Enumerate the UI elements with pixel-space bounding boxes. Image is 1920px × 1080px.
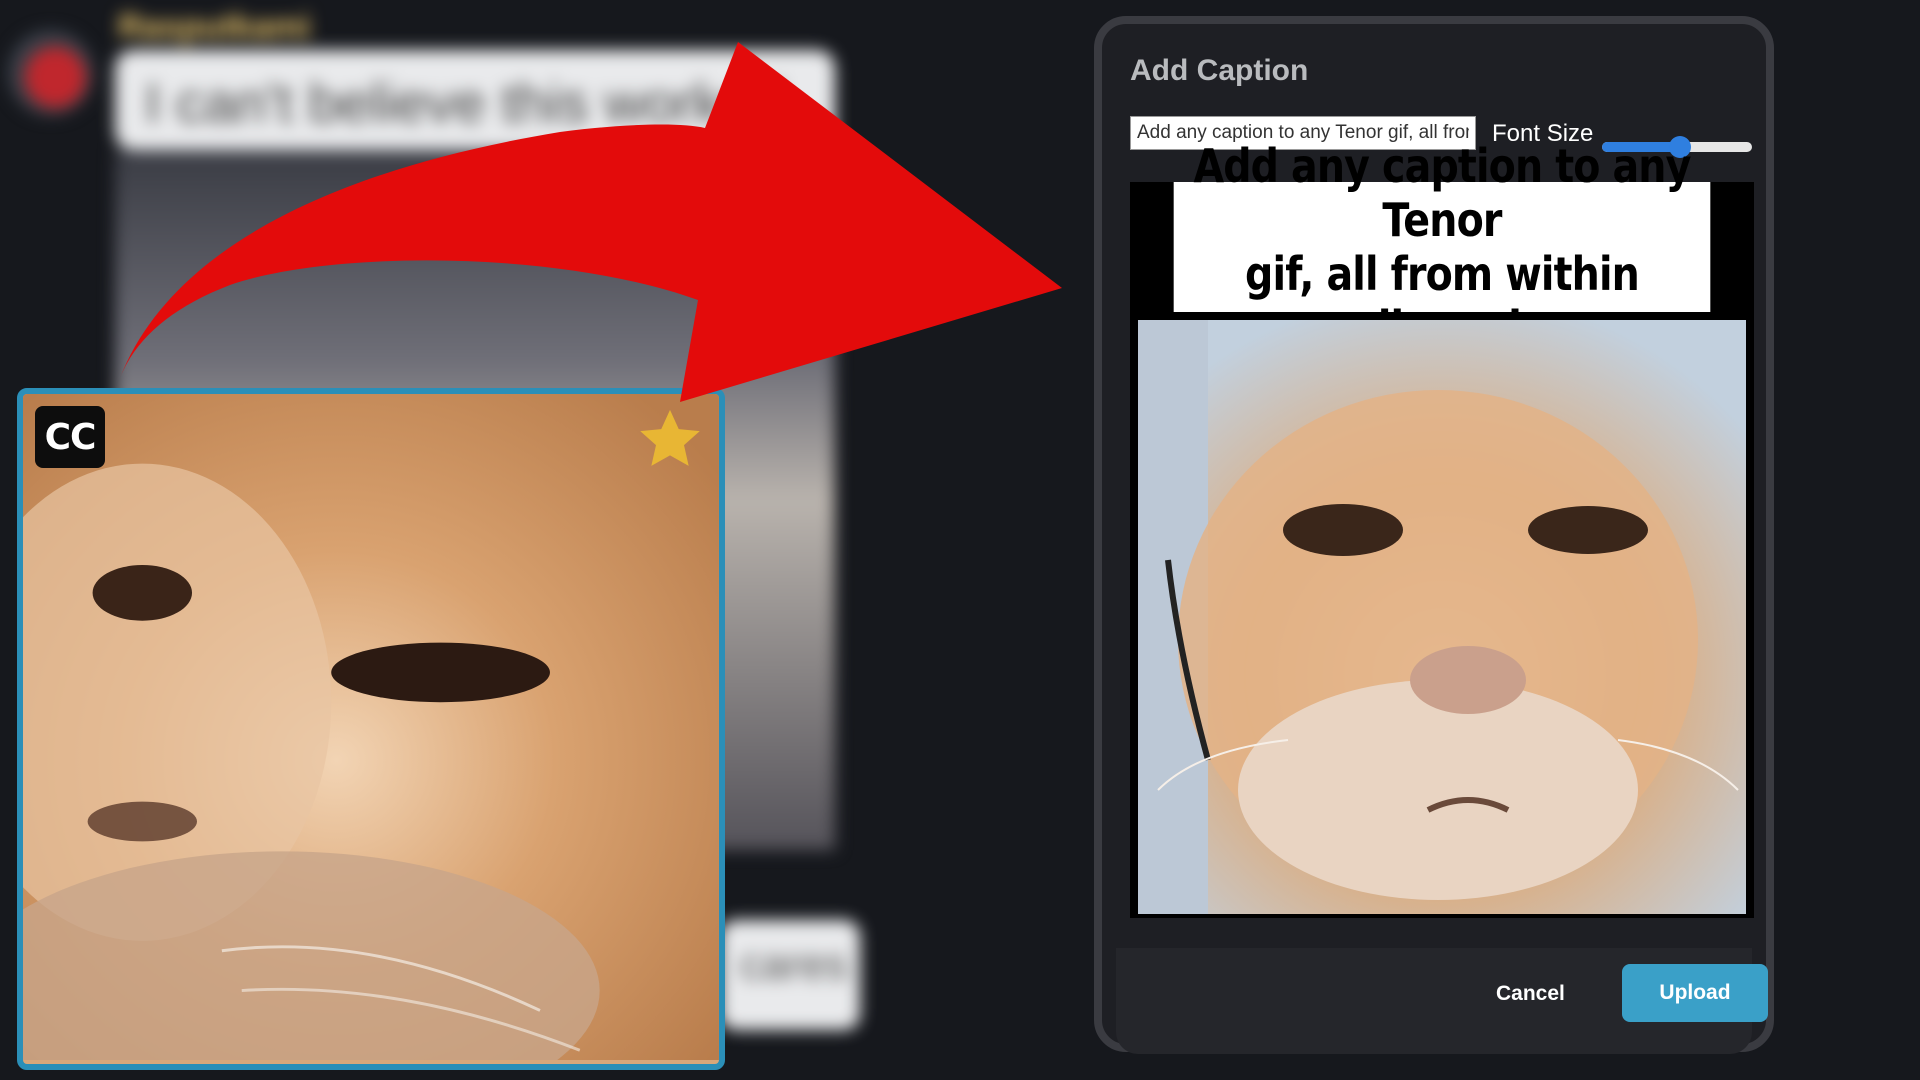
caption-preview: Add any caption to any Tenor gif, all fr…	[1130, 139, 1754, 918]
star-icon[interactable]	[635, 404, 705, 474]
avatar	[8, 30, 94, 116]
cat-image	[23, 394, 719, 1061]
username: Rasputkami	[118, 8, 311, 46]
modal-title: Add Caption	[1130, 54, 1309, 87]
preview-caption-line-1: Add any caption to any Tenor	[1193, 139, 1691, 247]
preview-caption: Add any caption to any Tenor gif, all fr…	[1173, 139, 1711, 355]
add-caption-modal: Add Caption Font Size Add any caption to…	[1094, 16, 1774, 1054]
gif-result-card[interactable]: CC	[17, 388, 725, 1070]
cancel-button[interactable]: Cancel	[1496, 982, 1565, 1006]
modal-footer: Cancel Upload	[1116, 948, 1768, 1054]
cc-badge: CC	[35, 406, 105, 468]
preview-cat-image	[1138, 320, 1746, 914]
upload-button[interactable]: Upload	[1622, 964, 1768, 1022]
reply-bubble: cares	[720, 920, 860, 1030]
message-bubble: I can't believe this worked	[115, 50, 835, 150]
